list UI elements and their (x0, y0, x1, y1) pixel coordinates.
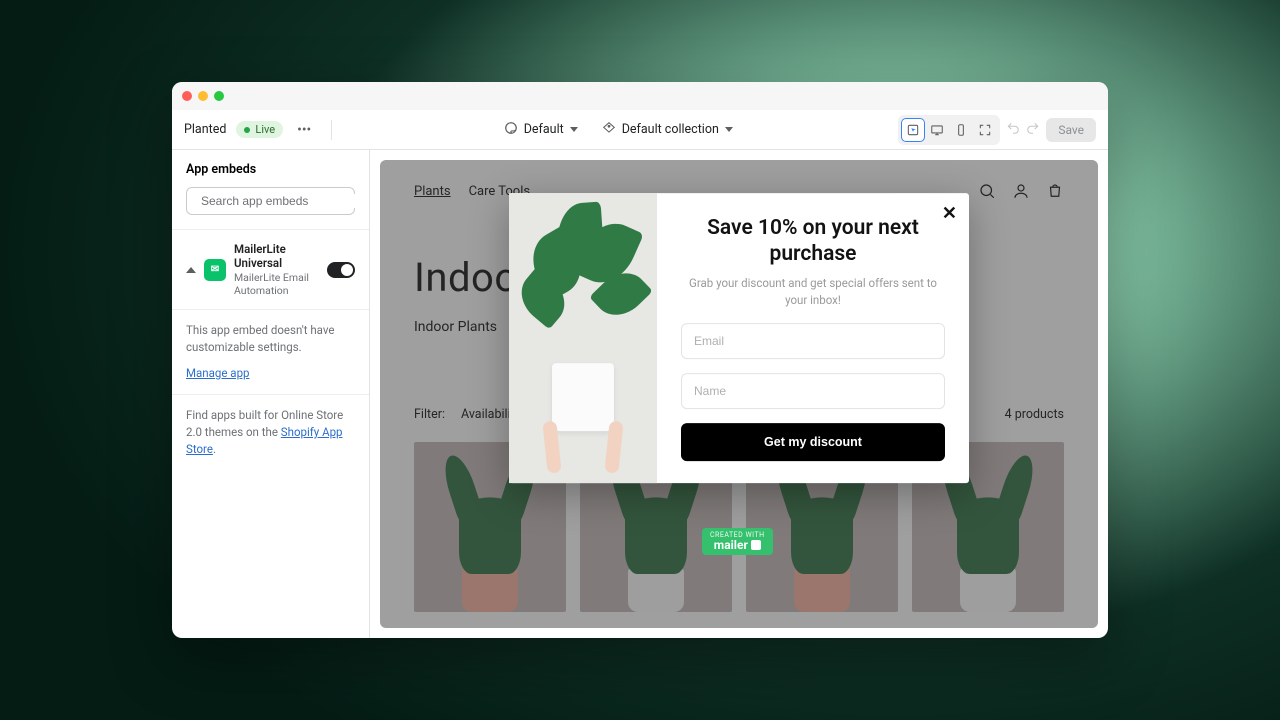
theme-selector-label: Default (524, 122, 564, 137)
collection-selector-label: Default collection (622, 122, 719, 137)
app-embed-row[interactable]: ✉ MailerLite Universal MailerLite Email … (172, 230, 369, 310)
expand-caret-icon[interactable] (186, 267, 196, 273)
desktop-background: Planted Live ••• Default Default collect… (0, 0, 1280, 720)
nav-plants[interactable]: Plants (414, 184, 451, 199)
modal-content: ✕ Save 10% on your next purchase Grab yo… (657, 193, 969, 483)
mailerlite-logo-icon (751, 540, 761, 550)
tag-icon (602, 121, 616, 139)
mailerlite-app-icon: ✉ (204, 259, 226, 281)
chevron-down-icon (570, 127, 578, 132)
undo-button (1006, 120, 1020, 139)
viewport-inspector-button[interactable] (902, 119, 924, 141)
store-name: Planted (184, 122, 226, 137)
window-close-icon[interactable] (182, 91, 192, 101)
window-titlebar (172, 82, 1108, 110)
note-text: This app embed doesn't have customizable… (186, 322, 355, 357)
email-field[interactable] (681, 323, 945, 359)
cart-icon[interactable] (1046, 182, 1064, 200)
editor-topbar: Planted Live ••• Default Default collect… (172, 110, 1108, 150)
get-discount-button[interactable]: Get my discount (681, 423, 945, 461)
app-toggle[interactable] (327, 262, 355, 278)
account-icon[interactable] (1012, 182, 1030, 200)
badge-line2: mailer (714, 539, 748, 551)
manage-app-link[interactable]: Manage app (186, 366, 249, 380)
storefront-header-icons (978, 182, 1064, 200)
viewport-mobile-button[interactable] (950, 119, 972, 141)
search-field[interactable] (201, 194, 356, 208)
chevron-down-icon (725, 127, 733, 132)
signup-modal: ✕ Save 10% on your next purchase Grab yo… (509, 193, 969, 483)
sidebar: App embeds ✉ MailerLite Universal Mailer… (172, 150, 370, 638)
app-window: Planted Live ••• Default Default collect… (172, 82, 1108, 638)
app-name: MailerLite Universal (234, 242, 319, 271)
palette-icon (504, 121, 518, 139)
viewport-desktop-button[interactable] (926, 119, 948, 141)
divider (331, 120, 332, 140)
window-minimize-icon[interactable] (198, 91, 208, 101)
save-button: Save (1046, 118, 1096, 142)
product-count: 4 products (1005, 407, 1064, 422)
modal-subtitle: Grab your discount and get special offer… (681, 275, 945, 308)
modal-title: Save 10% on your next purchase (681, 215, 945, 268)
viewport-switcher (898, 115, 1000, 145)
viewport-fullscreen-button[interactable] (974, 119, 996, 141)
modal-image (509, 193, 657, 483)
center-controls: Default Default collection (348, 121, 888, 139)
theme-selector[interactable]: Default (504, 121, 578, 139)
app-settings-note: This app embed doesn't have customizable… (172, 310, 369, 394)
status-badge: Live (236, 121, 283, 138)
sidebar-footer: Find apps built for Online Store 2.0 the… (172, 394, 369, 471)
app-meta: MailerLite Universal MailerLite Email Au… (234, 242, 319, 297)
search-icon[interactable] (978, 182, 996, 200)
name-field[interactable] (681, 373, 945, 409)
close-icon[interactable]: ✕ (942, 203, 957, 224)
filter-label: Filter: (414, 407, 445, 422)
search-input[interactable] (186, 187, 355, 215)
more-actions-button[interactable]: ••• (293, 122, 315, 138)
theme-preview-wrap: Plants Care Tools Indoor Plants Indoor P… (370, 150, 1108, 638)
window-zoom-icon[interactable] (214, 91, 224, 101)
theme-preview-canvas: Plants Care Tools Indoor Plants Indoor P… (380, 160, 1098, 628)
redo-button (1026, 120, 1040, 139)
badge-line1: CREATED WITH (710, 532, 765, 539)
sidebar-title: App embeds (172, 150, 369, 187)
app-subtitle: MailerLite Email Automation (234, 271, 319, 297)
editor-body: App embeds ✉ MailerLite Universal Mailer… (172, 150, 1108, 638)
footer-post: . (213, 442, 216, 456)
right-controls: Save (898, 115, 1096, 145)
collection-selector[interactable]: Default collection (602, 121, 733, 139)
mailerlite-badge[interactable]: CREATED WITH mailer (702, 528, 773, 555)
